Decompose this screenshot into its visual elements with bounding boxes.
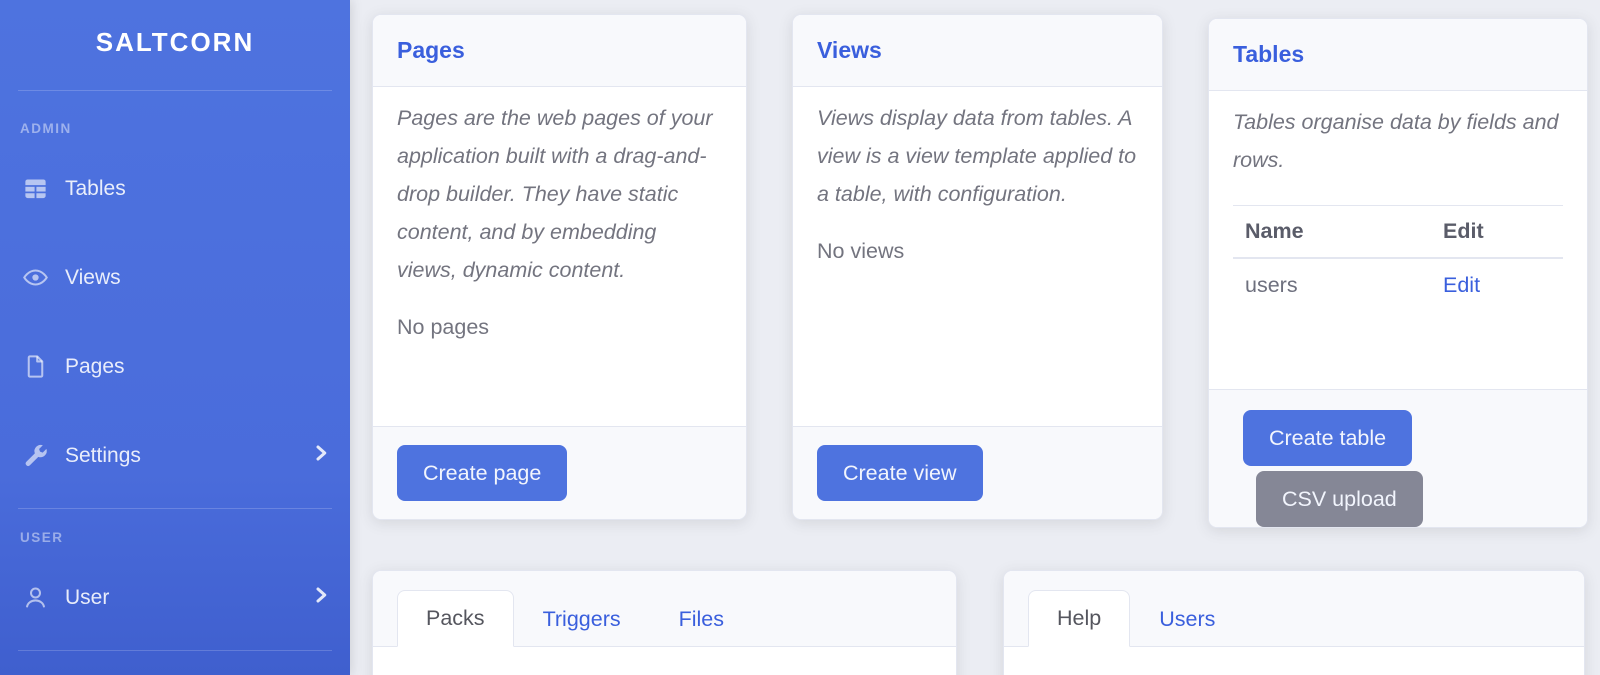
help-tab-body (1004, 647, 1584, 675)
eye-icon (20, 263, 50, 293)
chevron-right-icon (312, 444, 330, 468)
views-card-title: Views (817, 37, 882, 64)
views-card-header: Views (793, 15, 1162, 87)
wrench-icon (20, 441, 50, 471)
tables-description: Tables organise data by fields and rows. (1233, 103, 1563, 179)
sidebar-item-settings[interactable]: Settings (0, 411, 350, 500)
sidebar: SALTCORN ADMIN Tables (0, 0, 350, 675)
tab-packs[interactable]: Packs (397, 590, 514, 647)
tables-list: Name Edit users Edit (1233, 205, 1563, 312)
packs-card: Packs Triggers Files (372, 570, 957, 675)
pages-card-body: Pages are the web pages of your applicat… (373, 87, 746, 426)
pages-card-title: Pages (397, 37, 465, 64)
tab-triggers[interactable]: Triggers (514, 591, 650, 647)
packs-card-tabs: Packs Triggers Files (373, 571, 956, 647)
chevron-right-icon (312, 586, 330, 610)
packs-tab-body (373, 647, 956, 675)
pages-card: Pages Pages are the web pages of your ap… (372, 14, 747, 520)
sidebar-section-heading-user: USER (20, 530, 350, 545)
user-icon (20, 583, 50, 613)
sidebar-item-pages[interactable]: Pages (0, 322, 350, 411)
create-page-button[interactable]: Create page (397, 445, 567, 501)
pages-description: Pages are the web pages of your applicat… (397, 99, 722, 289)
views-card-body: Views display data from tables. A view i… (793, 87, 1162, 426)
table-name-cell: users (1233, 258, 1431, 312)
table-icon (20, 174, 50, 204)
sidebar-item-label: Views (65, 266, 330, 290)
sidebar-item-tables[interactable]: Tables (0, 144, 350, 233)
tab-files[interactable]: Files (650, 591, 753, 647)
table-row: users Edit (1233, 258, 1563, 312)
sidebar-item-label: Tables (65, 177, 330, 201)
tab-help[interactable]: Help (1028, 590, 1130, 647)
help-card-tabs: Help Users (1004, 571, 1584, 647)
pages-card-header: Pages (373, 15, 746, 87)
help-card: Help Users (1003, 570, 1585, 675)
create-view-button[interactable]: Create view (817, 445, 983, 501)
tables-card-body: Tables organise data by fields and rows.… (1209, 91, 1587, 389)
views-description: Views display data from tables. A view i… (817, 99, 1138, 213)
sidebar-divider (18, 508, 332, 509)
sidebar-section-heading-admin: ADMIN (20, 121, 350, 136)
views-card-footer: Create view (793, 426, 1162, 519)
main-content: Pages Pages are the web pages of your ap… (350, 0, 1600, 675)
brand-title[interactable]: SALTCORN (0, 0, 350, 70)
tab-users[interactable]: Users (1130, 591, 1244, 647)
csv-upload-button[interactable]: CSV upload (1256, 471, 1423, 527)
file-icon (20, 352, 50, 382)
pages-card-footer: Create page (373, 426, 746, 519)
tables-card: Tables Tables organise data by fields an… (1208, 18, 1588, 528)
tables-card-footer: Create table CSV upload (1209, 389, 1587, 527)
pages-empty-message: No pages (397, 315, 722, 340)
views-empty-message: No views (817, 239, 1138, 264)
tables-list-header-name: Name (1233, 206, 1431, 259)
sidebar-divider (18, 90, 332, 91)
tables-card-header: Tables (1209, 19, 1587, 91)
sidebar-item-views[interactable]: Views (0, 233, 350, 322)
sidebar-item-user[interactable]: User (0, 553, 350, 642)
tables-list-header-edit: Edit (1431, 206, 1563, 259)
sidebar-item-label: Settings (65, 444, 312, 468)
edit-table-link[interactable]: Edit (1443, 273, 1480, 297)
sidebar-item-label: User (65, 586, 312, 610)
sidebar-divider (18, 650, 332, 651)
sidebar-item-label: Pages (65, 355, 330, 379)
tables-card-title: Tables (1233, 41, 1304, 68)
create-table-button[interactable]: Create table (1243, 410, 1412, 466)
views-card: Views Views display data from tables. A … (792, 14, 1163, 520)
